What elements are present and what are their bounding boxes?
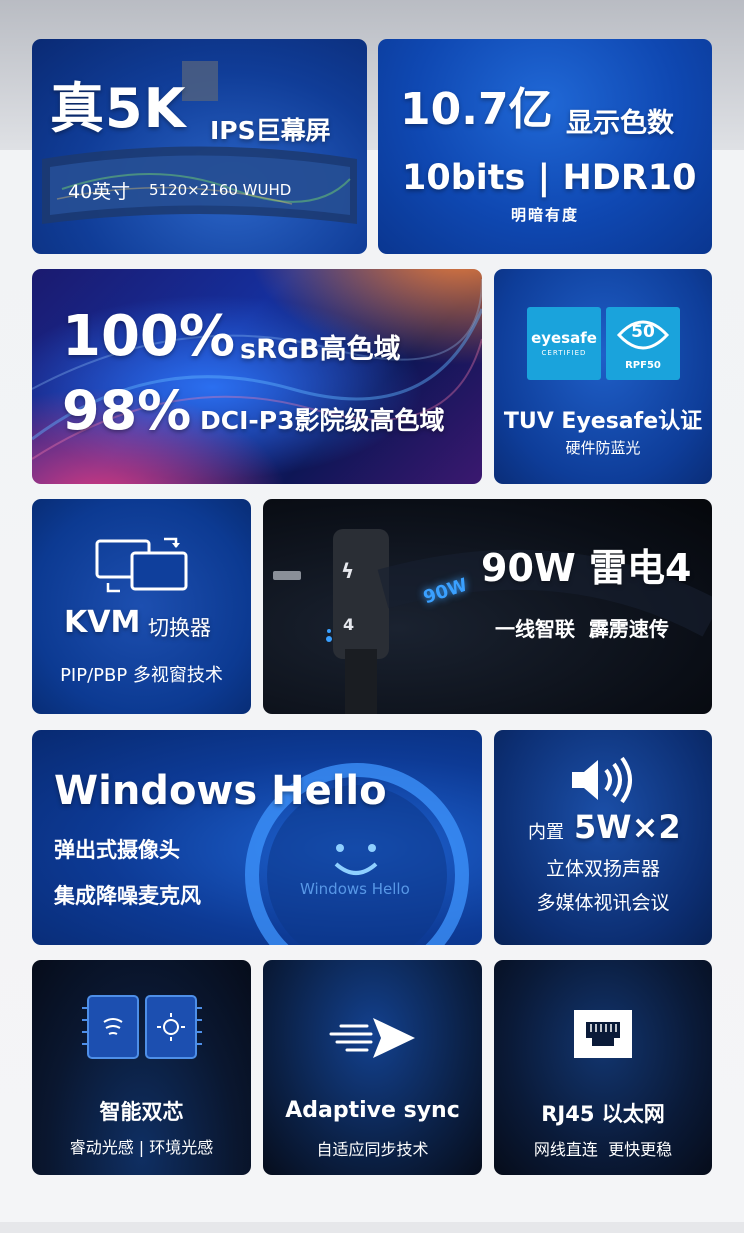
eyesafe-badge-title: eyesafe: [531, 329, 597, 347]
footer-strip: [0, 1222, 744, 1233]
speaker-line1: 立体双扬声器: [545, 858, 660, 880]
thunderbolt-subtitle: 一线智联 霹雳速传: [495, 617, 669, 641]
card-rj45: RJ45 以太网 网线直连 更快更稳: [494, 960, 712, 1175]
rpf-label: RPF50: [625, 360, 661, 371]
kvm-switch-icon: [95, 537, 188, 593]
windows-hello-watermark: Windows Hello: [300, 880, 410, 898]
speaker-icon: [572, 756, 632, 804]
rj45-subtitle: 网线直连 更快更稳: [533, 1140, 673, 1159]
eyesafe-badge-sub: CERTIFIED: [541, 349, 587, 357]
adaptive-sync-title: Adaptive sync: [285, 1098, 460, 1123]
card-eyesafe: eyesafe CERTIFIED 50 RPF50 TUV Eyesafe认证…: [494, 269, 712, 484]
speaker-value: 5W×2: [574, 808, 681, 846]
card-adaptive-sync: Adaptive sync 自适应同步技术: [263, 960, 482, 1175]
card-kvm: KVM 切换器 PIP/PBP 多视窗技术: [32, 499, 251, 714]
wave-illustration: [32, 278, 482, 460]
headline-ips: IPS巨幕屏: [210, 116, 331, 145]
kvm-title: KVM: [64, 605, 141, 640]
speaker-prefix: 内置: [528, 822, 564, 843]
adaptive-sync-subtitle: 自适应同步技术: [316, 1140, 429, 1159]
dcip3-label: DCI-P3影院级高色域: [200, 406, 445, 435]
rpf-value: 50: [631, 322, 655, 342]
dual-chip-icon: [82, 995, 202, 1059]
speed-arrow-icon: [329, 1018, 415, 1058]
thunderbolt-glyph: ϟ: [341, 559, 355, 583]
rpf-badge: 50 RPF50: [606, 307, 680, 380]
size-label: 40英寸: [68, 181, 131, 203]
headline-5k: 真5K: [50, 77, 187, 140]
card-color-gamut: 100% sRGB高色域 98% DCI-P3影院级高色域: [32, 269, 482, 484]
ethernet-port-icon: [574, 1010, 632, 1058]
windows-hello-line2: 集成降噪麦克风: [54, 884, 201, 908]
resolution-label: 5120×2160 WUHD: [149, 181, 292, 199]
srgb-value: 100%: [62, 304, 236, 369]
eyesafe-subtitle: 硬件防蓝光: [565, 439, 641, 457]
card-speakers: 内置 5W×2 立体双扬声器 多媒体视讯会议: [494, 730, 712, 945]
windows-hello-title: Windows Hello: [54, 768, 387, 814]
contrast-label-wrap: 明暗有度: [378, 204, 712, 225]
card-color-depth: 10.7亿 显示色数 10bits | HDR10 明暗有度: [378, 39, 712, 254]
thunderbolt-title: 90W 雷电4: [481, 546, 692, 590]
card-windows-hello: Windows Hello Windows Hello 弹出式摄像头 集成降噪麦…: [32, 730, 482, 945]
rj45-title: RJ45 以太网: [541, 1102, 665, 1126]
card-thunderbolt: ϟ 4 90W 90W 雷电4 一线智联 霹雳速传: [263, 499, 712, 714]
dual-chip-subtitle: 睿动光感 | 环境光感: [69, 1138, 214, 1157]
bit-depth-hdr: 10bits | HDR10: [402, 158, 697, 198]
thunderbolt-port-number: 4: [343, 615, 355, 634]
eyesafe-title: TUV Eyesafe认证: [503, 409, 703, 434]
srgb-label: sRGB高色域: [240, 334, 401, 365]
card-dual-chip: 智能双芯 睿动光感 | 环境光感: [32, 960, 251, 1175]
contrast-label: 明暗有度: [510, 206, 579, 224]
thunderbolt-cable-illustration: [273, 529, 712, 714]
card-5k-display: 真5K IPS巨幕屏 40英寸 5120×2160 WUHD: [32, 39, 367, 254]
kvm-subtitle: PIP/PBP 多视窗技术: [60, 665, 223, 686]
dual-chip-title: 智能双芯: [99, 1100, 184, 1124]
kvm-title-suffix: 切换器: [148, 616, 211, 640]
speaker-line2: 多媒体视讯会议: [536, 892, 670, 914]
color-count-label: 显示色数: [566, 108, 674, 139]
eyesafe-badge: eyesafe CERTIFIED: [527, 307, 601, 380]
windows-hello-line1: 弹出式摄像头: [54, 838, 180, 862]
dcip3-value: 98%: [62, 379, 192, 442]
color-count-value: 10.7亿: [400, 84, 553, 135]
